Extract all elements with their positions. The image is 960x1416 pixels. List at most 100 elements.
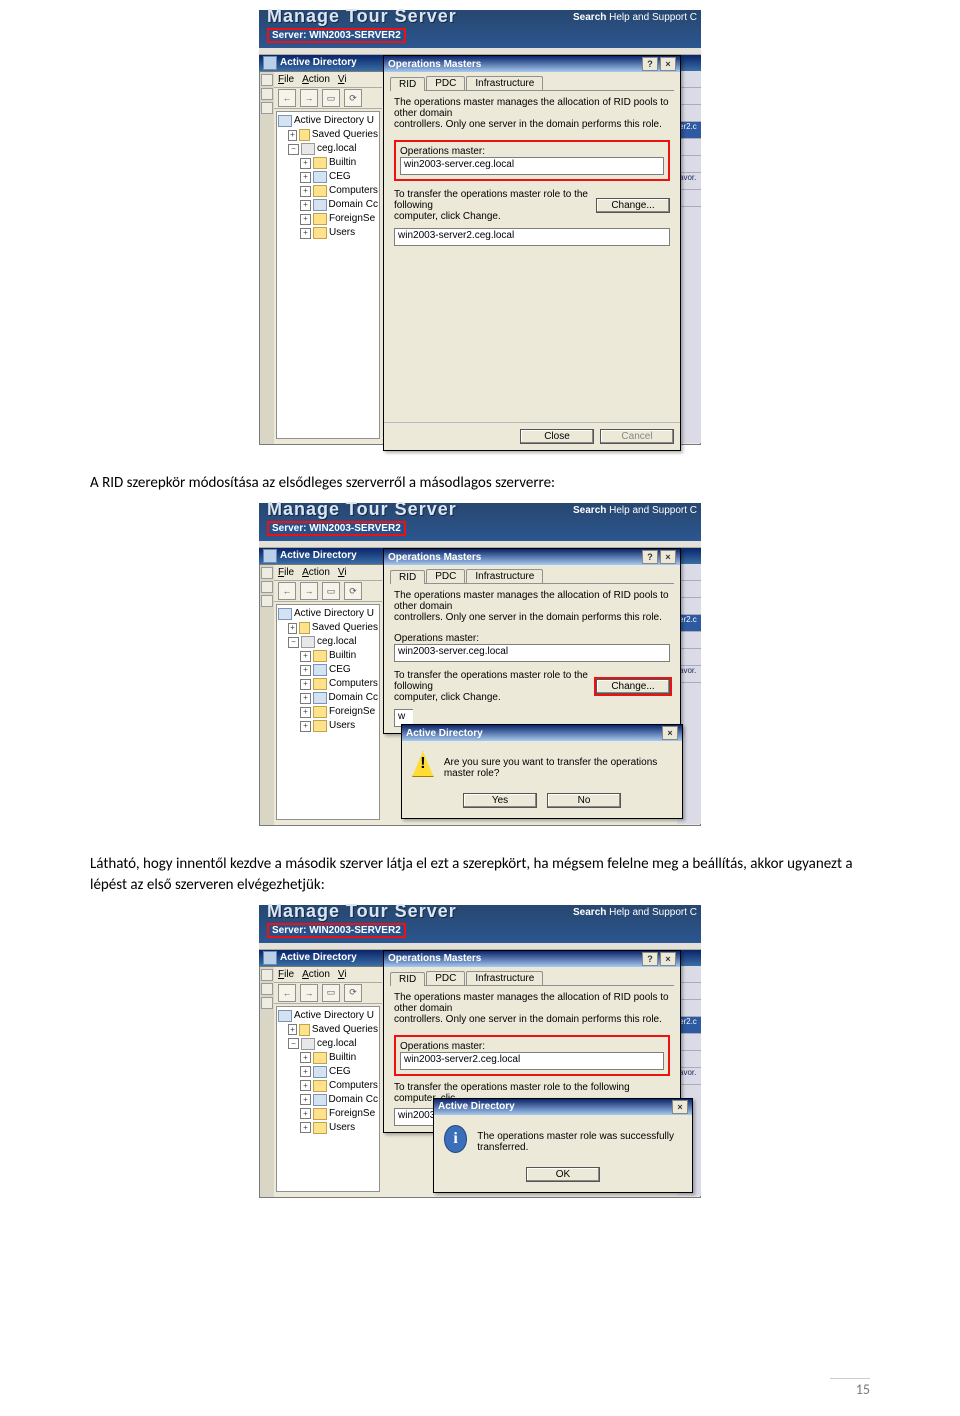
tab-pdc[interactable]: PDC bbox=[426, 971, 465, 985]
close-icon[interactable]: × bbox=[662, 726, 678, 740]
refresh-icon[interactable]: ⟳ bbox=[344, 89, 362, 107]
tab-rid[interactable]: RID bbox=[390, 77, 425, 91]
info-dialog: Active Directory × i The operations mast… bbox=[433, 1098, 693, 1193]
dialog-body: The operations master manages the alloca… bbox=[384, 91, 680, 422]
manage-your-server-header: Manage Tour Server Server: WIN2003-SERVE… bbox=[259, 503, 701, 541]
tree-saved[interactable]: Saved Queries bbox=[312, 128, 378, 142]
ops-master-field: win2003-server.ceg.local bbox=[394, 644, 670, 662]
tab-pdc[interactable]: PDC bbox=[426, 569, 465, 583]
operations-master-group: Operations master: win2003-server.ceg.lo… bbox=[394, 140, 670, 181]
tree-view[interactable]: Active Directory U +Saved Queries −ceg.l… bbox=[276, 604, 380, 820]
info-line-2: controllers. Only one server in the doma… bbox=[394, 119, 670, 130]
confirm-titlebar: Active Directory × bbox=[402, 725, 682, 741]
tree-users[interactable]: Users bbox=[329, 226, 355, 240]
tab-strip[interactable]: RID PDC Infrastructure bbox=[384, 565, 680, 583]
menu-action: Action bbox=[302, 74, 330, 85]
refresh-icon[interactable]: ⟳ bbox=[344, 582, 362, 600]
tab-infrastructure[interactable]: Infrastructure bbox=[466, 569, 543, 583]
help-icon[interactable]: ? bbox=[642, 550, 658, 564]
tree-view[interactable]: Active Directory U +Saved Queries −ceg.l… bbox=[276, 1006, 380, 1192]
tab-infrastructure[interactable]: Infrastructure bbox=[466, 971, 543, 985]
help-icon[interactable]: ? bbox=[642, 57, 658, 71]
target-server-field: win2003-server2.ceg.local bbox=[394, 228, 670, 246]
operations-master-group: Operations master: win2003-server2.ceg.l… bbox=[394, 1035, 670, 1076]
collapse-icon: − bbox=[288, 144, 299, 155]
menu-file: FFileile bbox=[278, 74, 294, 85]
ops-master-field: win2003-server2.ceg.local bbox=[400, 1052, 664, 1070]
manage-your-server-header: Manage Tour Server Server: WIN2003-SERVE… bbox=[259, 10, 701, 48]
menu-bar[interactable]: FileActionVi bbox=[274, 967, 382, 983]
close-button[interactable]: Close bbox=[520, 429, 594, 444]
yes-button[interactable]: Yes bbox=[463, 793, 537, 808]
back-icon[interactable]: ← bbox=[278, 984, 296, 1002]
search-link[interactable]: Search Help and Support C bbox=[573, 12, 697, 23]
search-link[interactable]: Search Help and Support C bbox=[573, 907, 697, 918]
confirm-dialog: Active Directory × Are you sure you want… bbox=[401, 724, 683, 819]
server-name-box: Server: WIN2003-SERVER2 bbox=[267, 923, 406, 938]
ops-master-label: Operations master: bbox=[400, 146, 664, 157]
no-button[interactable]: No bbox=[547, 793, 621, 808]
dialog-footer: Close Cancel bbox=[384, 422, 680, 450]
window-icon[interactable]: ▭ bbox=[322, 984, 340, 1002]
menu-bar[interactable]: FileActionVi bbox=[274, 565, 382, 581]
side-toolbar bbox=[260, 72, 274, 444]
refresh-icon[interactable]: ⟳ bbox=[344, 984, 362, 1002]
back-icon[interactable]: ← bbox=[278, 582, 296, 600]
forward-icon[interactable]: → bbox=[300, 89, 318, 107]
confirm-message: Are you sure you want to transfer the op… bbox=[444, 751, 672, 779]
manage-your-server-title: Manage Tour Server bbox=[267, 6, 457, 27]
toolbar[interactable]: ← → ▭ ⟳ bbox=[274, 88, 382, 109]
search-label: Search bbox=[573, 12, 606, 23]
tab-rid[interactable]: RID bbox=[390, 972, 425, 986]
ok-button[interactable]: OK bbox=[526, 1167, 600, 1182]
adu-icon bbox=[263, 56, 277, 70]
info-line-1: The operations master manages the alloca… bbox=[394, 97, 670, 119]
search-rest: Help and Support C bbox=[606, 12, 697, 23]
adu-root-icon bbox=[278, 115, 292, 127]
tree-view[interactable]: Active Directory U + Saved Queries − ceg.l… bbox=[276, 111, 380, 439]
operations-masters-dialog: Operations Masters ? × RID PDC Infrastru… bbox=[383, 55, 681, 451]
left-panel: FFileile Action Vi ← → ▭ ⟳ Active Direct… bbox=[274, 72, 382, 444]
change-button[interactable]: Change... bbox=[596, 198, 670, 213]
tree-builtin[interactable]: Builtin bbox=[329, 156, 356, 170]
close-icon[interactable]: × bbox=[672, 1100, 688, 1114]
menu-bar[interactable]: FFileile Action Vi bbox=[274, 72, 382, 88]
tree-computers[interactable]: Computers bbox=[329, 184, 378, 198]
transfer-line-1: To transfer the operations master role t… bbox=[394, 189, 588, 211]
back-icon[interactable]: ← bbox=[278, 89, 296, 107]
screenshot-2: Manage Tour Server Server: WIN2003-SERVE… bbox=[259, 503, 701, 826]
warning-icon bbox=[412, 751, 434, 777]
window-icon[interactable]: ▭ bbox=[322, 89, 340, 107]
change-button[interactable]: Change... bbox=[596, 679, 670, 694]
forward-icon[interactable]: → bbox=[300, 984, 318, 1002]
tab-strip[interactable]: RID PDC Infrastructure bbox=[384, 72, 680, 90]
tree-domaincc[interactable]: Domain Cc bbox=[329, 198, 378, 212]
tab-pdc[interactable]: PDC bbox=[426, 76, 465, 90]
tree-ceg-ou[interactable]: CEG bbox=[329, 170, 351, 184]
tab-infrastructure[interactable]: Infrastructure bbox=[466, 76, 543, 90]
operations-masters-dialog: Operations Masters ? × RID PDC Infrastru… bbox=[383, 548, 681, 734]
window-icon[interactable]: ▭ bbox=[322, 582, 340, 600]
help-icon[interactable]: ? bbox=[642, 952, 658, 966]
close-icon[interactable]: × bbox=[660, 952, 676, 966]
info-message: The operations master role was successfu… bbox=[477, 1125, 682, 1153]
expand-icon: + bbox=[288, 130, 297, 141]
screenshot-1: Manage Tour Server Server: WIN2003-SERVE… bbox=[259, 10, 701, 445]
search-link[interactable]: Search Help and Support C bbox=[573, 505, 697, 516]
forward-icon[interactable]: → bbox=[300, 582, 318, 600]
close-icon[interactable]: × bbox=[660, 57, 676, 71]
dialog-title-text: Operations Masters bbox=[388, 59, 481, 70]
adu-icon bbox=[263, 549, 277, 563]
ad-title-text: Active Directory bbox=[280, 55, 357, 71]
tab-rid[interactable]: RID bbox=[390, 570, 425, 584]
doc-paragraph: Látható, hogy innentől kezdve a második … bbox=[90, 854, 870, 895]
tree-foreign[interactable]: ForeignSe bbox=[329, 212, 375, 226]
tree-domain[interactable]: ceg.local bbox=[317, 142, 356, 156]
dialog-titlebar: Operations Masters ? × bbox=[384, 56, 680, 72]
ops-master-field: win2003-server.ceg.local bbox=[400, 157, 664, 175]
screenshot-3: Manage Tour Server Server: WIN2003-SERVE… bbox=[259, 905, 701, 1198]
gray-strip bbox=[259, 48, 701, 55]
close-icon[interactable]: × bbox=[660, 550, 676, 564]
page-number: 15 bbox=[830, 1378, 870, 1398]
tree-root[interactable]: Active Directory U bbox=[294, 114, 374, 128]
